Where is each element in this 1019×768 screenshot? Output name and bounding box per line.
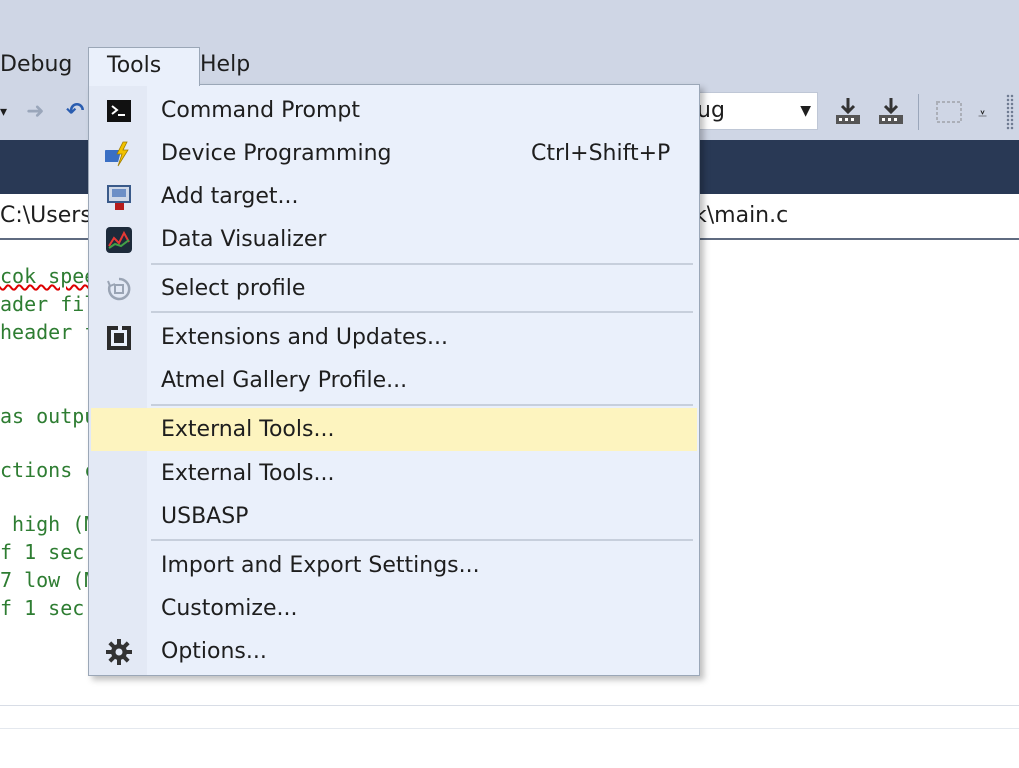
path-text-left: C:\Users	[0, 203, 92, 228]
menu-item-label: Customize...	[161, 596, 298, 621]
undo-icon[interactable]: ↶	[66, 84, 84, 140]
menu-item-usbasp[interactable]: USBASP	[91, 495, 697, 538]
menu-item-label: Extensions and Updates...	[161, 325, 448, 350]
add-target-icon	[107, 185, 131, 210]
code-line: as outpu	[0, 404, 97, 428]
download-icon[interactable]	[833, 96, 863, 126]
menu-separator	[151, 263, 693, 265]
command-prompt-icon	[107, 100, 131, 122]
menu-tools[interactable]: Tools	[88, 47, 200, 86]
menu-item-label: Data Visualizer	[161, 227, 327, 252]
code-line: cok spee	[0, 264, 97, 288]
toolbar-separator	[918, 94, 919, 130]
menu-item-external-tools-highlighted[interactable]: External Tools...	[91, 408, 697, 451]
menu-separator	[151, 311, 693, 313]
menu-item-select-profile[interactable]: Select profile	[91, 267, 697, 310]
menu-item-label: Device Programming	[161, 141, 392, 166]
code-line: 7 low (M	[0, 568, 97, 592]
menu-item-label: Add target...	[161, 184, 299, 209]
menu-help[interactable]: Help	[190, 47, 260, 83]
menu-item-device-programming[interactable]: Device Programming Ctrl+Shift+P	[91, 132, 697, 175]
menu-separator	[151, 539, 693, 541]
code-line: ctions c	[0, 458, 97, 482]
dropdown-arrow-icon[interactable]: ▾	[0, 84, 7, 140]
menu-item-atmel-gallery-profile[interactable]: Atmel Gallery Profile...	[91, 359, 697, 402]
tools-dropdown-menu: Command Prompt Device Programming Ctrl+S…	[88, 84, 700, 676]
disabled-tool-icon	[936, 101, 962, 123]
select-profile-icon	[107, 277, 131, 301]
toolbar-grip[interactable]	[1006, 94, 1014, 130]
editor-divider	[0, 705, 1019, 706]
menu-item-label: Atmel Gallery Profile...	[161, 368, 408, 393]
menu-item-extensions-and-updates[interactable]: Extensions and Updates...	[91, 316, 697, 359]
download-alt-icon[interactable]	[876, 96, 906, 126]
chevron-down-icon: ▼	[800, 103, 811, 119]
code-line: header f	[0, 320, 97, 344]
solution-configuration-select[interactable]: ug ▼	[690, 92, 818, 130]
code-line: f 1 sec	[0, 540, 85, 564]
extensions-icon	[107, 326, 131, 350]
data-visualizer-icon	[106, 227, 132, 253]
gear-icon	[106, 639, 132, 665]
menu-item-label: Import and Export Settings...	[161, 553, 480, 578]
menu-item-command-prompt[interactable]: Command Prompt	[91, 89, 697, 132]
menu-item-add-target[interactable]: Add target...	[91, 175, 697, 218]
menu-item-label: Options...	[161, 639, 267, 664]
code-line: f 1 sec	[0, 596, 85, 620]
toolbar-overflow-icon[interactable]: ⩡	[978, 104, 987, 124]
menu-debug[interactable]: Debug	[0, 47, 82, 83]
configuration-value: ug	[697, 98, 725, 123]
menu-item-external-tools[interactable]: External Tools...	[91, 452, 697, 495]
editor-divider	[0, 728, 1019, 729]
code-line: ader fil	[0, 292, 97, 316]
menu-item-label: External Tools...	[161, 461, 335, 486]
menu-item-shortcut: Ctrl+Shift+P	[531, 141, 671, 166]
menu-item-label: Command Prompt	[161, 98, 360, 123]
menu-item-customize[interactable]: Customize...	[91, 587, 697, 630]
menu-item-label: Select profile	[161, 276, 306, 301]
menu-separator	[151, 404, 693, 406]
menu-item-options[interactable]: Options...	[91, 630, 697, 673]
menu-item-label: USBASP	[161, 504, 249, 529]
menu-item-label: External Tools...	[161, 417, 335, 442]
code-line: high (M	[0, 512, 97, 536]
device-programming-icon	[105, 141, 129, 167]
navigate-forward-icon[interactable]: ➜	[26, 84, 44, 140]
menu-item-import-export-settings[interactable]: Import and Export Settings...	[91, 544, 697, 587]
menu-item-data-visualizer[interactable]: Data Visualizer	[91, 218, 697, 261]
path-text-right: k\main.c	[694, 203, 789, 228]
